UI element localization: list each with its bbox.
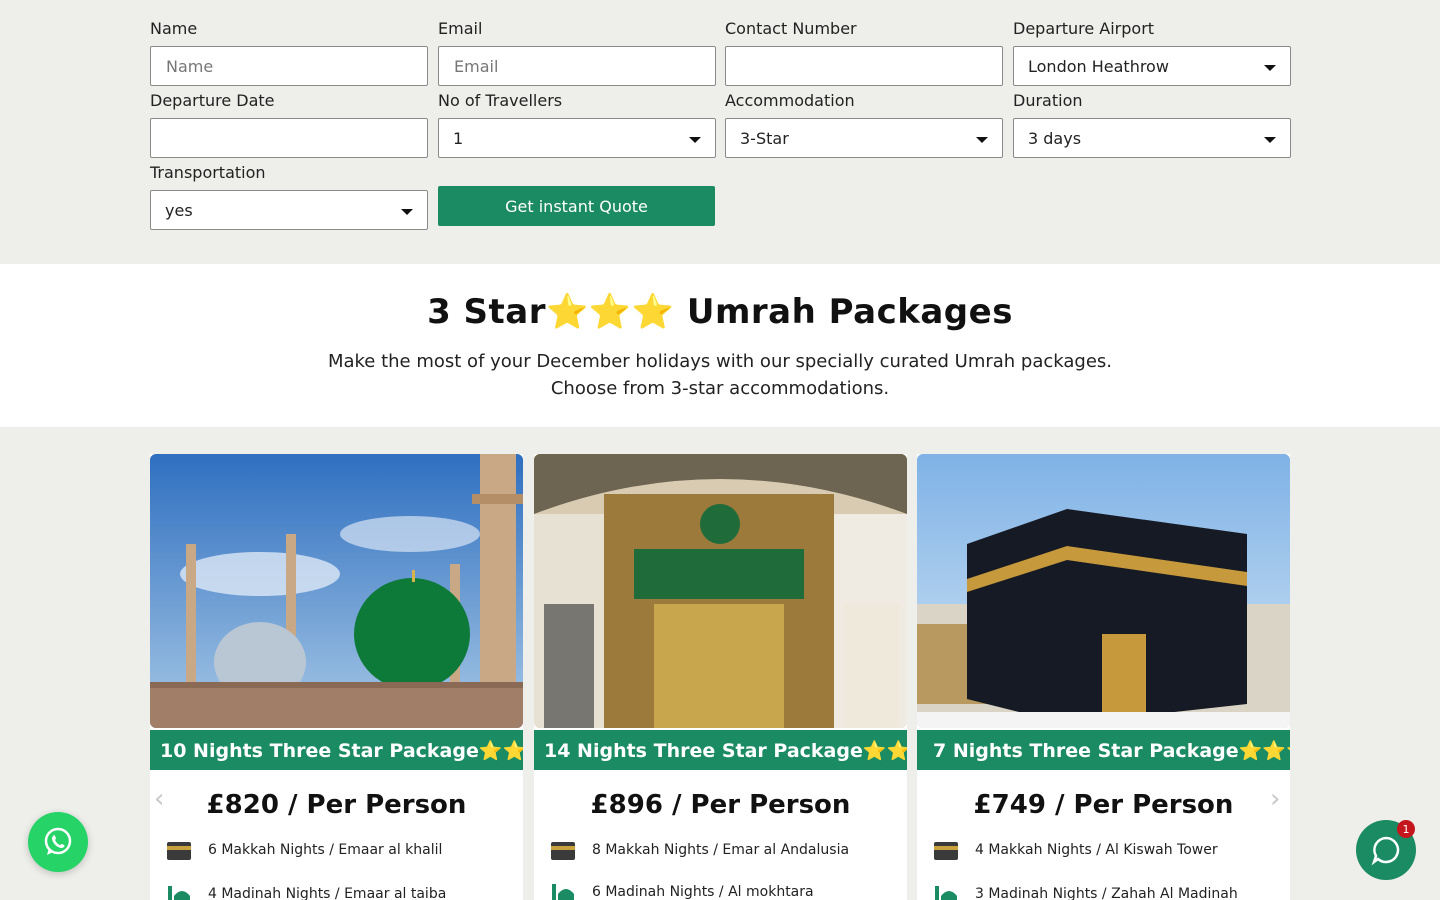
departure-date-input[interactable] [150,118,428,158]
package-price: £820 / Per Person [206,790,467,820]
mosque-green-dome-image [150,454,523,728]
contact-field-group: Contact Number [725,12,1003,86]
duration-select[interactable]: 3 days [1013,118,1291,158]
madinah-nights-row: 6 Madinah Nights / Al mokhtara [550,880,814,900]
name-input[interactable]: Name [150,46,428,86]
package-price: £749 / Per Person [973,790,1234,820]
contact-label: Contact Number [725,19,857,38]
duration-label: Duration [1013,91,1083,110]
whatsapp-icon [44,827,72,855]
accommodation-label: Accommodation [725,91,855,110]
airport-label: Departure Airport [1013,19,1155,38]
makkah-nights-row: 6 Makkah Nights / Emaar al khalil [166,838,442,862]
package-card[interactable]: 10 Nights Three Star Package⭐⭐⭐ £820 / P… [150,454,523,900]
makkah-nights-row: 8 Makkah Nights / Emar al Andalusia [550,838,849,862]
chevron-left-icon[interactable]: ‹ [154,784,164,814]
mosque-icon [935,886,957,900]
rawdah-gate-image [534,454,907,728]
mosque-icon [168,886,190,900]
package-title: 14 Nights Three Star Package⭐⭐⭐ [534,730,907,770]
quote-form: Name Name Email Email Contact Number Dep… [0,0,1440,264]
name-label: Name [150,19,198,38]
travellers-label: No of Travellers [438,91,563,110]
dropdown-caret-icon [1264,137,1276,143]
dropdown-caret-icon [1264,65,1276,71]
airport-select[interactable]: London Heathrow [1013,46,1291,86]
madinah-nights-row: 3 Madinah Nights / Zahah Al Madinah [933,882,1238,900]
transport-label: Transportation [150,163,266,182]
dropdown-caret-icon [689,137,701,143]
email-field-group: Email Email [438,12,716,86]
dropdown-caret-icon [976,137,988,143]
chat-unread-badge: 1 [1397,820,1415,838]
date-field-group: Departure Date [150,84,428,158]
intro-line-2: Choose from 3-star accommodations. [550,378,890,399]
name-field-group: Name Name [150,12,428,86]
email-label: Email [438,19,483,38]
get-quote-button[interactable]: Get instant Quote [438,186,715,226]
dropdown-caret-icon [401,209,413,215]
package-card[interactable]: 7 Nights Three Star Package⭐⭐⭐ £749 / Pe… [917,454,1290,900]
accommodation-select[interactable]: 3-Star [725,118,1003,158]
makkah-nights-row: 4 Makkah Nights / Al Kiswah Tower [933,838,1218,862]
intro-line-1: Make the most of your December holidays … [327,351,1113,372]
duration-field-group: Duration 3 days [1013,84,1291,158]
package-card[interactable]: 14 Nights Three Star Package⭐⭐⭐ £896 / P… [534,454,907,900]
chat-bubble-icon [1371,836,1400,866]
chevron-right-icon[interactable]: › [1270,784,1280,814]
whatsapp-button[interactable] [28,812,88,872]
package-title: 7 Nights Three Star Package⭐⭐⭐ [917,730,1290,770]
kaaba-icon [934,842,958,860]
airport-field-group: Departure Airport London Heathrow [1013,12,1291,86]
intro-text: Make the most of your December holidays … [0,348,1440,402]
mosque-icon [552,884,574,900]
packages-carousel: 10 Nights Three Star Package⭐⭐⭐ £820 / P… [0,427,1440,900]
email-input[interactable]: Email [438,46,716,86]
transport-field-group: Transportation yes [150,156,428,230]
kaaba-icon [167,842,191,860]
travellers-field-group: No of Travellers 1 [438,84,716,158]
kaaba-image [917,454,1290,728]
packages-heading-section: 3 Star⭐⭐⭐ Umrah Packages Make the most o… [0,264,1440,427]
transport-select[interactable]: yes [150,190,428,230]
kaaba-icon [551,842,575,860]
package-price: £896 / Per Person [590,790,851,820]
page-title: 3 Star⭐⭐⭐ Umrah Packages [427,292,1013,332]
accommodation-field-group: Accommodation 3-Star [725,84,1003,158]
madinah-nights-row: 4 Madinah Nights / Emaar al taiba [166,882,446,900]
date-label: Departure Date [150,91,275,110]
travellers-select[interactable]: 1 [438,118,716,158]
package-title: 10 Nights Three Star Package⭐⭐⭐ [150,730,523,770]
contact-input[interactable] [725,46,1003,86]
